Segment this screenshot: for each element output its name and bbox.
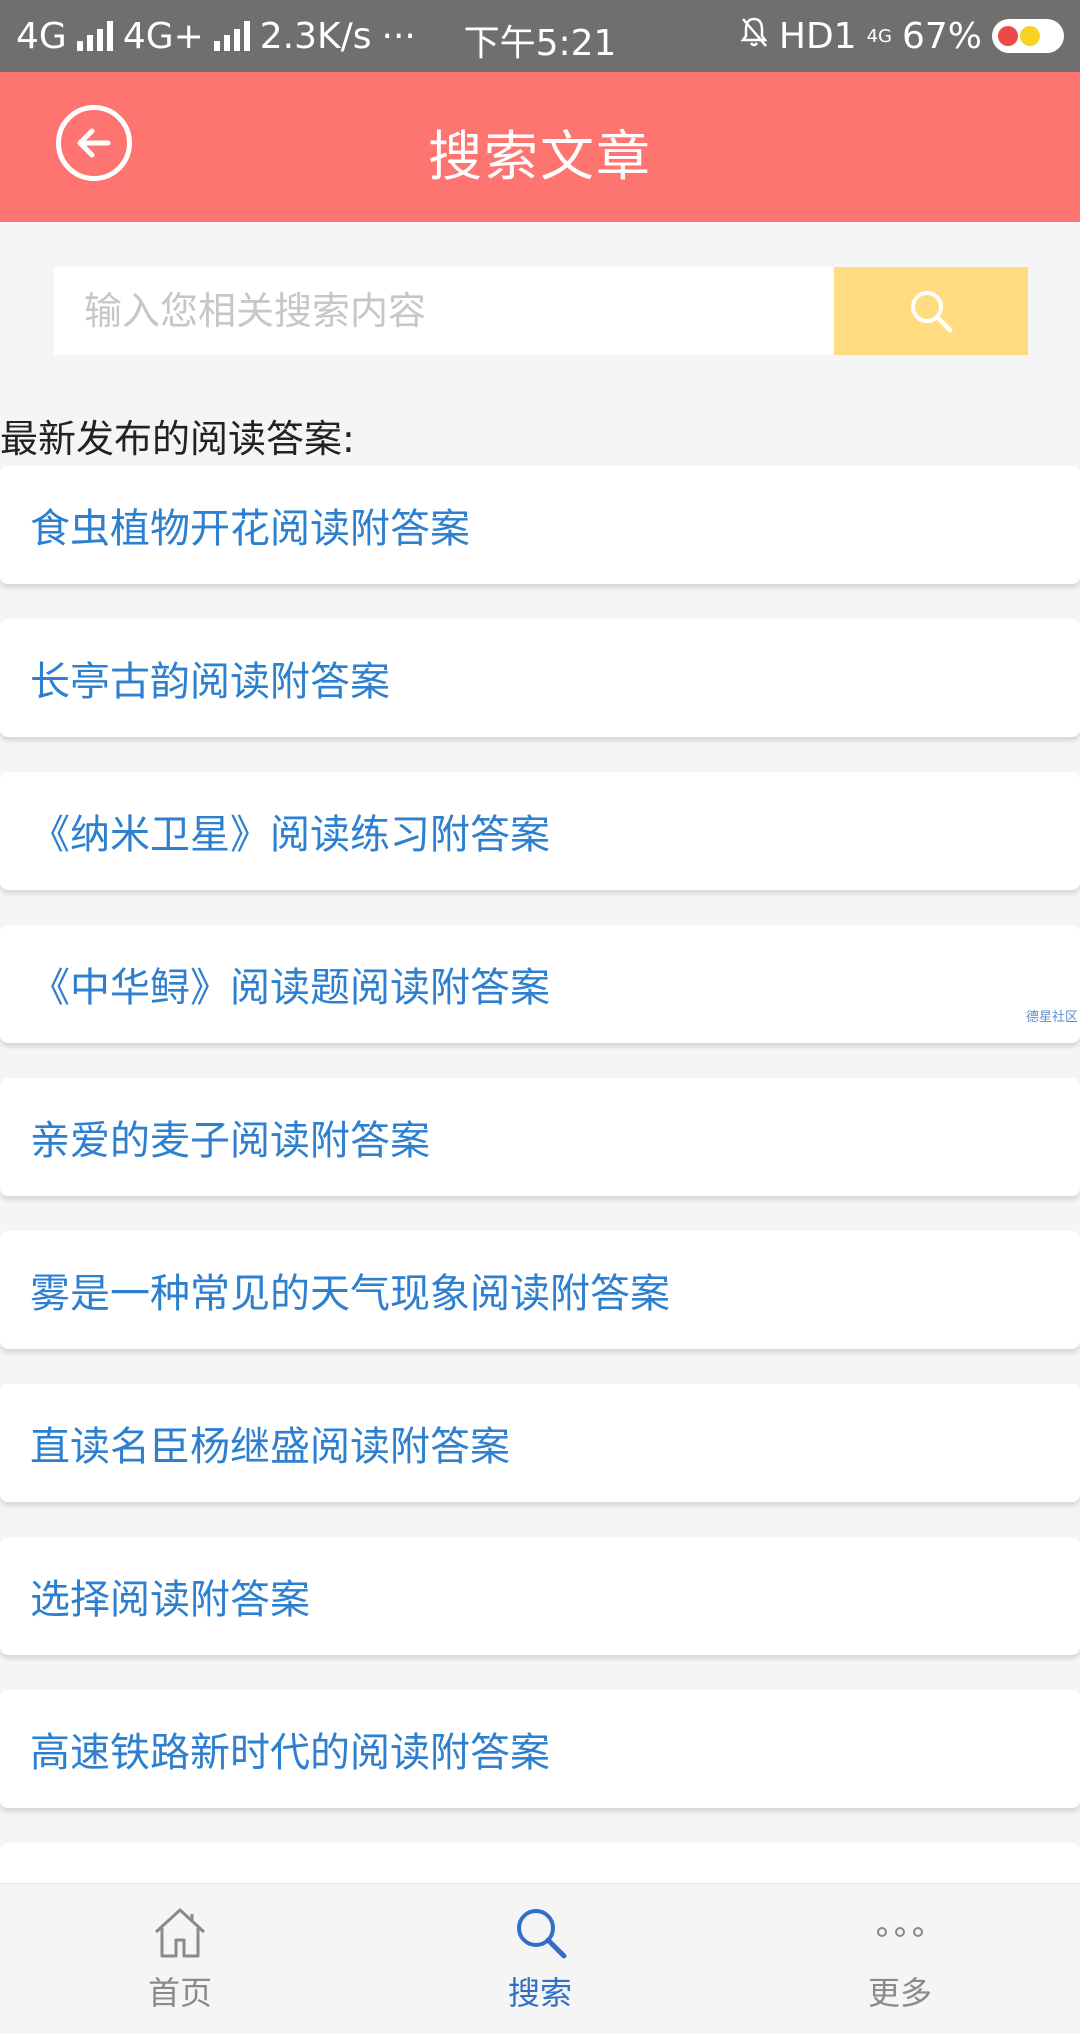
battery-toggle-icon xyxy=(992,19,1064,53)
status-time: 下午5:21 xyxy=(463,23,617,64)
search-area xyxy=(0,222,1080,400)
more-dots-icon xyxy=(877,1927,923,1937)
nav-home-label: 首页 xyxy=(147,1974,212,2012)
nav-more[interactable]: 更多 xyxy=(720,1884,1080,2034)
nav-more-label: 更多 xyxy=(867,1974,932,2012)
search-icon xyxy=(517,1909,567,1959)
nav-search-label: 搜索 xyxy=(507,1974,572,2012)
app-header: 搜索文章 xyxy=(0,72,1080,222)
article-item[interactable]: 亲爱的麦子阅读附答案 xyxy=(0,1078,1080,1196)
article-title: 食虫植物开花阅读附答案 xyxy=(30,506,470,552)
home-icon xyxy=(154,1908,206,1958)
article-item[interactable]: 食虫植物开花阅读附答案 xyxy=(0,466,1080,584)
article-item[interactable]: 长亭古韵阅读附答案 xyxy=(0,619,1080,737)
bottom-nav: 首页 搜索 更多 xyxy=(0,1883,1080,2034)
watermark-label: 德星社区 xyxy=(1025,1010,1078,1025)
article-title: 《纳米卫星》阅读练习附答案 xyxy=(30,812,550,858)
page-title: 搜索文章 xyxy=(428,125,652,188)
article-title: 雾是一种常见的天气现象阅读附答案 xyxy=(30,1271,670,1317)
article-item[interactable]: 直读名臣杨继盛阅读附答案 xyxy=(0,1384,1080,1502)
nav-home[interactable]: 首页 xyxy=(0,1884,360,2034)
search-input[interactable] xyxy=(54,267,834,355)
article-title: 选择阅读附答案 xyxy=(30,1577,310,1623)
article-title: 《中华鲟》阅读题阅读附答案 xyxy=(30,965,550,1011)
article-title: 亲爱的麦子阅读附答案 xyxy=(30,1118,430,1164)
search-icon xyxy=(911,291,953,333)
article-title: 高速铁路新时代的阅读附答案 xyxy=(30,1730,550,1776)
article-title: 直读名臣杨继盛阅读附答案 xyxy=(30,1424,510,1470)
article-list: 食虫植物开花阅读附答案 长亭古韵阅读附答案 《纳米卫星》阅读练习附答案 《中华鲟… xyxy=(0,466,1080,1996)
article-item[interactable]: 高速铁路新时代的阅读附答案 xyxy=(0,1690,1080,1808)
status-bar: 4G 4G+ 2.3K/s ··· 下午5:21 HD1 4G 67% xyxy=(0,0,1080,72)
section-label: 最新发布的阅读答案: xyxy=(0,417,355,461)
article-item[interactable]: 选择阅读附答案 xyxy=(0,1537,1080,1655)
search-button[interactable] xyxy=(834,267,1028,355)
article-title: 长亭古韵阅读附答案 xyxy=(30,659,390,705)
nav-search[interactable]: 搜索 xyxy=(360,1884,720,2034)
article-item[interactable]: 《纳米卫星》阅读练习附答案 xyxy=(0,772,1080,890)
article-item[interactable]: 《中华鲟》阅读题阅读附答案 德星社区 xyxy=(0,925,1080,1043)
article-item[interactable]: 雾是一种常见的天气现象阅读附答案 xyxy=(0,1231,1080,1349)
